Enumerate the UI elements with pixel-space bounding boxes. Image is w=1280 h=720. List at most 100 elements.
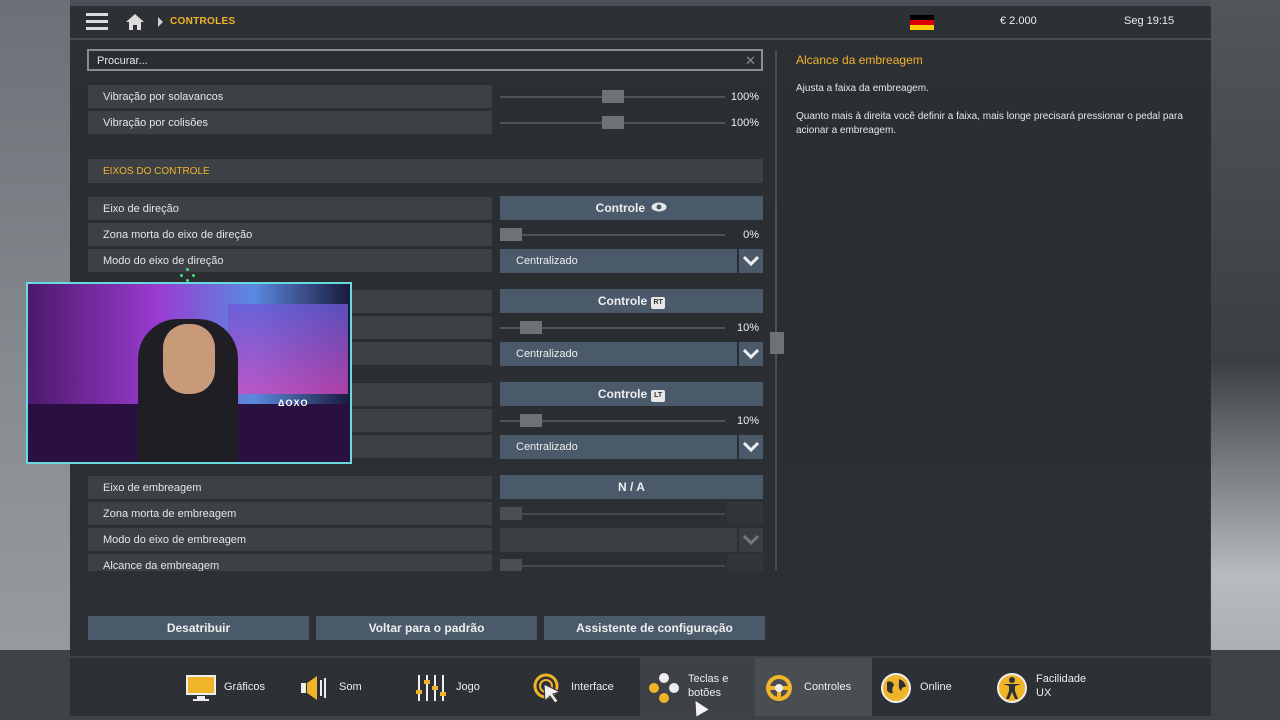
rt-button-icon: RT [651, 297, 666, 309]
streamer-face [163, 324, 215, 394]
clutch-mode-dropdown[interactable] [500, 528, 763, 552]
list-footer [88, 581, 763, 607]
tab-interface[interactable]: Interface [525, 658, 640, 716]
row-label-vib-collisions: Vibração por colisões [88, 111, 492, 134]
unassign-button[interactable]: Desatribuir [88, 616, 309, 640]
brake-mode-value[interactable]: Centralizado [500, 435, 737, 459]
row-label-steer-deadzone: Zona morta do eixo de direção [88, 223, 492, 246]
background-right [1210, 0, 1280, 720]
tab-label-keys-line1: Teclas e [688, 673, 729, 685]
clutch-range-value [727, 554, 763, 571]
brake-mode-dropdown[interactable]: Centralizado [500, 435, 763, 459]
vib-bumps-slider[interactable] [500, 85, 725, 108]
clutch-deadzone-slider[interactable] [500, 502, 725, 525]
sliders-icon [416, 675, 446, 701]
steer-deadzone-slider[interactable] [500, 223, 725, 246]
tab-graphics[interactable]: Gráficos [175, 658, 285, 716]
webcam-overlay: ΔOXO [26, 282, 352, 464]
info-title: Alcance da embreagem [796, 53, 923, 67]
germany-flag-icon[interactable] [910, 15, 934, 30]
tab-label-ux-line1: Facilidade [1036, 673, 1087, 685]
row-label-clutch-axis: Eixo de embreagem [88, 476, 492, 499]
vib-collisions-slider[interactable] [500, 111, 725, 134]
tab-label-game: Jogo [456, 681, 480, 693]
throttle-mode-dropdown[interactable]: Centralizado [500, 342, 763, 366]
brake-deadzone-slider[interactable] [500, 409, 725, 432]
slider-knob[interactable] [520, 321, 542, 334]
clutch-range-slider[interactable] [500, 554, 725, 571]
chevron-down-icon[interactable] [739, 342, 763, 366]
tab-label-graphics: Gráficos [224, 681, 265, 693]
throttle-axis-button[interactable]: Controle RT [500, 289, 763, 313]
row-label-clutch-range: Alcance da embreagem [88, 554, 492, 571]
slider-knob[interactable] [500, 559, 522, 571]
webcam-logo: ΔOXO [278, 398, 309, 408]
slider-knob[interactable] [500, 507, 522, 520]
breadcrumb[interactable]: CONTROLES [170, 16, 235, 27]
slider-knob[interactable] [602, 116, 624, 129]
tab-label-sound: Som [339, 681, 362, 693]
scrollbar-thumb[interactable] [770, 332, 784, 354]
throttle-axis-button-label: Controle [597, 294, 648, 308]
tab-sound[interactable]: Som [292, 658, 392, 716]
hamburger-menu-icon[interactable] [86, 13, 108, 31]
tab-label-online: Online [920, 681, 952, 693]
steering-wheel-icon [766, 675, 792, 701]
search-input[interactable]: Procurar... ✕ [87, 49, 763, 71]
steer-axis-button-label: Controle [595, 201, 645, 215]
tab-label-keys-line2: botões [688, 687, 722, 699]
search-placeholder: Procurar... [97, 55, 148, 67]
home-icon[interactable] [125, 13, 145, 31]
tab-accessibility[interactable]: Facilidade UX [990, 658, 1110, 716]
money-balance: € 2.000 [1000, 15, 1037, 27]
throttle-deadzone-value: 10% [736, 322, 759, 334]
loading-dots-icon [180, 268, 200, 282]
brake-axis-button[interactable]: Controle LT [500, 382, 763, 406]
accessibility-icon [997, 673, 1027, 703]
info-description-long: Quanto mais à direita você definir a fai… [796, 111, 1183, 136]
chevron-down-icon[interactable] [739, 435, 763, 459]
game-clock: Seg 19:15 [1124, 15, 1175, 27]
section-heading-axes: EIXOS DO CONTROLE [88, 159, 763, 183]
clutch-deadzone-value [727, 502, 763, 525]
slider-knob[interactable] [500, 228, 522, 241]
tab-controls[interactable]: Controles [755, 658, 872, 716]
eye-icon [651, 202, 667, 212]
cursor-target-icon [533, 673, 562, 704]
vib-collisions-value: 100% [730, 117, 759, 129]
reset-default-button[interactable]: Voltar para o padrão [316, 616, 537, 640]
setup-wizard-button[interactable]: Assistente de configuração [544, 616, 765, 640]
clutch-mode-value[interactable] [500, 528, 737, 552]
chevron-down-icon[interactable] [739, 528, 763, 552]
info-description-short: Ajusta a faixa da embreagem. [796, 83, 929, 94]
row-label-vib-bumps: Vibração por solavancos [88, 85, 492, 108]
steer-mode-value[interactable]: Centralizado [500, 249, 737, 273]
vib-bumps-value: 100% [730, 91, 759, 103]
breadcrumb-arrow-icon [158, 17, 163, 27]
globe-icon [881, 673, 911, 703]
slider-knob[interactable] [520, 414, 542, 427]
scrollbar-track[interactable] [775, 50, 777, 570]
bottom-tab-bar: Gráficos Som Jogo Interface Teclas e bot… [70, 658, 1211, 716]
tab-online[interactable]: Online [875, 658, 975, 716]
steer-deadzone-value: 0% [743, 229, 759, 241]
gamepad-buttons-icon [649, 673, 679, 703]
row-label-steer-mode: Modo do eixo de direção [88, 249, 492, 272]
chevron-down-icon[interactable] [739, 249, 763, 273]
lt-button-icon: LT [651, 390, 666, 402]
clutch-axis-button[interactable]: N / A [500, 475, 763, 499]
top-bar: CONTROLES € 2.000 Seg 19:15 [70, 6, 1211, 38]
throttle-deadzone-slider[interactable] [500, 316, 725, 339]
row-label-steer-axis: Eixo de direção [88, 197, 492, 220]
speaker-icon [301, 676, 326, 700]
brake-deadzone-value: 10% [736, 415, 759, 427]
tab-label-ux-line2: UX [1036, 687, 1052, 699]
slider-knob[interactable] [602, 90, 624, 103]
row-label-clutch-mode: Modo do eixo de embreagem [88, 528, 492, 551]
tab-game[interactable]: Jogo [408, 658, 508, 716]
steer-mode-dropdown[interactable]: Centralizado [500, 249, 763, 273]
clear-search-icon[interactable]: ✕ [745, 53, 756, 69]
throttle-mode-value[interactable]: Centralizado [500, 342, 737, 366]
steer-axis-button[interactable]: Controle [500, 196, 763, 220]
brake-axis-button-label: Controle [597, 387, 648, 401]
